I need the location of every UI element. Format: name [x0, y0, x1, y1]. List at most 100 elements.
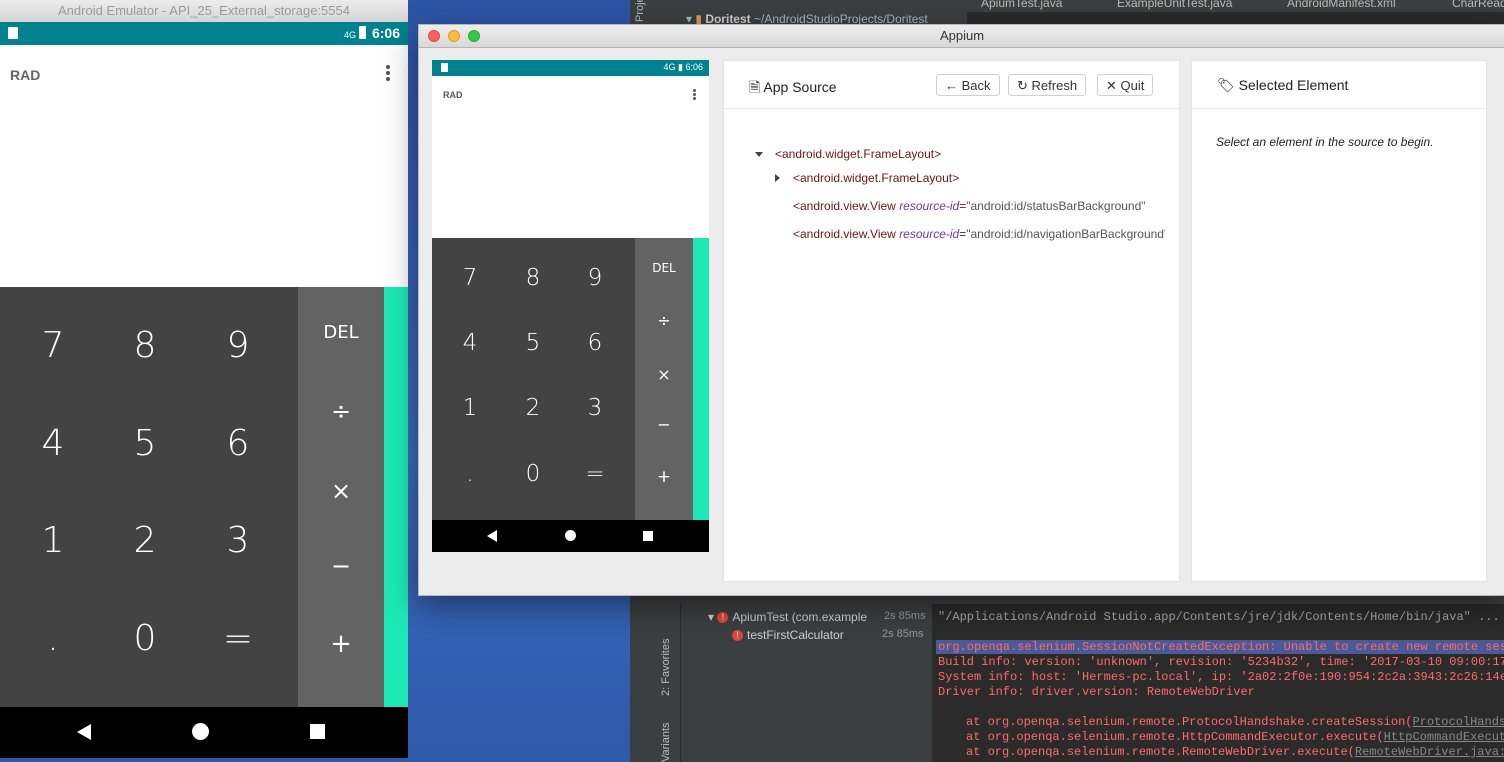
key-divide[interactable]: ÷ [298, 397, 384, 425]
calculator-display: RAD [0, 45, 408, 287]
key-7[interactable]: 7 [23, 325, 83, 366]
back-icon[interactable] [77, 724, 91, 740]
key-decimal[interactable]: . [23, 618, 83, 659]
mini-key-6[interactable]: 6 [569, 330, 621, 356]
appium-titlebar: Appium [419, 25, 1504, 48]
console-command: "/Applications/Android Studio.app/Conten… [938, 610, 1500, 624]
key-multiply[interactable]: × [298, 477, 384, 505]
selected-element-header: 🏷 Selected Element [1192, 61, 1486, 109]
key-plus[interactable]: + [298, 629, 384, 659]
recents-icon[interactable] [643, 531, 653, 541]
advanced-panel-handle[interactable] [384, 287, 408, 707]
overflow-menu-icon[interactable] [386, 65, 390, 83]
console-stack-line: at org.openqa.selenium.remote.ProtocolHa… [966, 715, 1504, 729]
mini-key-1[interactable]: 1 [444, 395, 496, 421]
run-sidebar: 2: Favorites Variants [658, 604, 681, 762]
close-window-button[interactable] [428, 30, 440, 42]
test-method-row[interactable]: ! testFirstCalculator 2s 85ms [732, 628, 924, 642]
tab-exampleunittest[interactable]: ExampleUnitTest.java [1117, 0, 1232, 10]
source-node-framelayout[interactable]: <android.widget.FrameLayout> [775, 147, 941, 161]
number-pad: 7 8 9 4 5 6 1 2 3 . 0 = [0, 287, 298, 707]
mini-key-3[interactable]: 3 [569, 395, 621, 421]
mini-advanced-handle[interactable] [693, 238, 709, 520]
mini-navigation-bar [432, 520, 709, 552]
mini-key-7[interactable]: 7 [444, 265, 496, 291]
editor-tabs: ApiumTest.java ExampleUnitTest.java Andr… [967, 0, 1504, 12]
mini-overflow-icon[interactable] [693, 89, 696, 101]
refresh-icon: ↻ [1017, 78, 1028, 93]
mini-key-4[interactable]: 4 [444, 330, 496, 356]
mini-key-del[interactable]: DEL [635, 261, 693, 275]
android-emulator-window: Android Emulator - API_25_External_stora… [0, 0, 408, 758]
selected-element-title: 🏷 Selected Element [1217, 77, 1349, 93]
mini-key-divide[interactable]: ÷ [635, 311, 693, 330]
key-9[interactable]: 9 [208, 325, 268, 366]
close-icon: ✕ [1106, 78, 1117, 93]
key-3[interactable]: 3 [208, 520, 268, 561]
mini-number-pad[interactable]: 7 8 9 4 5 6 1 2 3 . 0 = [432, 238, 635, 520]
expand-caret-icon[interactable] [755, 152, 763, 157]
key-del[interactable]: DEL [298, 322, 384, 343]
collapse-caret-icon[interactable] [775, 174, 780, 182]
device-screenshot[interactable]: 4G ▮ 6:06 RAD 7 8 9 4 5 6 1 2 3 . 0 = DE… [432, 60, 709, 552]
key-1[interactable]: 1 [23, 520, 83, 561]
mini-key-decimal[interactable]: . [444, 461, 496, 487]
stack-link[interactable]: HttpCommandExecutor [1384, 730, 1504, 744]
quit-button[interactable]: ✕ Quit [1097, 74, 1154, 96]
tab-apiumtest[interactable]: ApiumTest.java [981, 0, 1062, 10]
battery-icon [358, 26, 366, 39]
mini-key-minus[interactable]: − [635, 415, 693, 434]
source-node-statusbar[interactable]: <android.view.View resource-id="android:… [793, 199, 1165, 213]
home-icon[interactable] [192, 723, 209, 740]
key-5[interactable]: 5 [115, 423, 175, 464]
home-icon[interactable] [565, 530, 576, 541]
minimize-window-button[interactable] [448, 30, 460, 42]
console-build-info: Build info: version: 'unknown', revision… [938, 655, 1504, 669]
console-driver-info: Driver info: driver.version: RemoteWebDr… [938, 685, 1255, 699]
key-2[interactable]: 2 [115, 520, 175, 561]
back-button[interactable]: ← Back [936, 74, 1000, 96]
project-tool-label[interactable]: Project [634, 0, 646, 22]
mini-key-plus[interactable]: + [635, 467, 693, 487]
arrow-left-icon: ← [945, 78, 958, 93]
key-4[interactable]: 4 [23, 423, 83, 464]
test-class-row[interactable]: ▾ ! ApiumTest (com.example 2s 85ms [708, 610, 926, 624]
tab-androidmanifest[interactable]: AndroidManifest.xml [1287, 0, 1396, 10]
stack-link[interactable]: RemoteWebDriver.java:60 [1355, 745, 1504, 759]
mini-key-0[interactable]: 0 [507, 461, 559, 487]
test-tree-panel: ▾ ! ApiumTest (com.example 2s 85ms ! testFi… [656, 604, 932, 762]
tab-charread[interactable]: CharRead [1452, 0, 1504, 10]
back-icon[interactable] [487, 530, 497, 542]
mini-status-right: 4G ▮ 6:06 [663, 62, 703, 72]
mini-operator-pad[interactable]: DEL ÷ × − + [635, 238, 693, 520]
key-0[interactable]: 0 [115, 618, 175, 659]
selected-element-hint: Select an element in the source to begin… [1216, 135, 1434, 149]
tag-icon: 🏷 [1217, 77, 1235, 93]
stack-link[interactable]: ProtocolHandshake [1412, 715, 1504, 729]
mini-calculator-display[interactable]: RAD [432, 76, 709, 238]
key-6[interactable]: 6 [208, 423, 268, 464]
mini-key-multiply[interactable]: × [635, 365, 693, 384]
appium-window: Appium 4G ▮ 6:06 RAD 7 8 9 4 5 6 1 2 3 .… [418, 24, 1504, 596]
clock: 6:06 [371, 25, 400, 41]
source-node-navbar[interactable]: <android.view.View resource-id="android:… [793, 227, 1165, 241]
mini-key-8[interactable]: 8 [507, 265, 559, 291]
key-minus[interactable]: − [298, 552, 384, 580]
status-right: 4G 6:06 [344, 25, 400, 41]
favorites-tool-label[interactable]: 2: Favorites [660, 639, 672, 696]
variants-tool-label[interactable]: Variants [660, 722, 672, 762]
mini-key-equals[interactable]: = [569, 461, 621, 487]
recents-icon[interactable] [310, 724, 325, 739]
refresh-button[interactable]: ↻ Refresh [1008, 74, 1087, 96]
selected-element-panel: 🏷 Selected Element Select an element in … [1191, 60, 1487, 582]
mini-key-5[interactable]: 5 [507, 330, 559, 356]
mini-key-2[interactable]: 2 [507, 395, 559, 421]
key-8[interactable]: 8 [115, 325, 175, 366]
app-source-title: 🗎 App Source [749, 79, 837, 95]
source-node-framelayout-child[interactable]: <android.widget.FrameLayout> [793, 171, 959, 185]
mini-key-9[interactable]: 9 [569, 265, 621, 291]
console-stack-line: at org.openqa.selenium.remote.RemoteWebD… [966, 745, 1504, 759]
zoom-window-button[interactable] [468, 30, 480, 42]
mini-rad-indicator: RAD [443, 90, 463, 100]
key-equals[interactable]: = [208, 618, 268, 659]
